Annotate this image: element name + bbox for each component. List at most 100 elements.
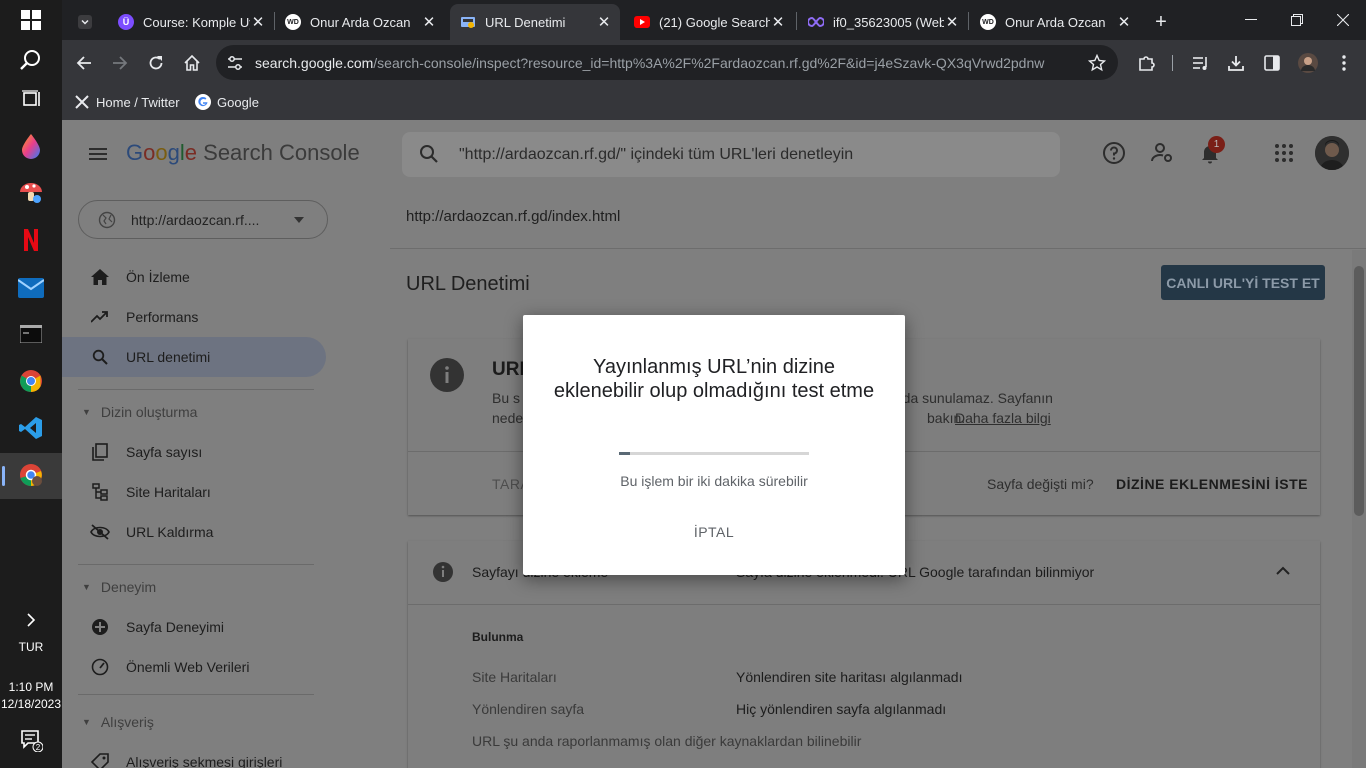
minimize-window-icon[interactable] <box>1228 0 1274 40</box>
dropdown-arrow-icon <box>294 217 304 223</box>
nav-item-url-inspection[interactable]: URL denetimi <box>62 337 326 377</box>
home-icon <box>90 267 110 287</box>
forward-arrow-icon[interactable] <box>106 49 134 77</box>
info-outline-icon <box>432 561 454 583</box>
google-apps-icon[interactable] <box>1272 141 1296 165</box>
browser-toolbar: search.google.com/search-console/inspect… <box>62 40 1366 85</box>
address-bar[interactable]: search.google.com/search-console/inspect… <box>216 45 1118 80</box>
close-tab-icon[interactable]: ✕ <box>944 13 960 31</box>
section-shopping[interactable]: ▼ Alışveriş <box>82 714 154 730</box>
hamburger-menu-icon[interactable] <box>86 142 110 166</box>
request-indexing-button[interactable]: DİZİNE EKLENMESİNİ İSTE <box>1116 476 1308 492</box>
mail-icon[interactable] <box>15 272 47 304</box>
search-console-header: Google Search Console "http://ardaozcan.… <box>62 120 1366 188</box>
tab-title: Onur Arda Ozcan <box>1005 14 1106 30</box>
globe-icon <box>98 211 116 229</box>
download-icon[interactable] <box>1222 49 1250 77</box>
search-icon[interactable] <box>15 44 47 76</box>
test-live-url-button[interactable]: CANLI URL'Yİ TEST ET <box>1161 265 1325 300</box>
bookmark-google[interactable]: Google <box>195 92 259 112</box>
close-tab-icon[interactable]: ✕ <box>250 13 266 31</box>
notification-count: 2 <box>36 743 41 752</box>
bookmark-twitter[interactable]: Home / Twitter <box>74 92 180 112</box>
close-tab-icon[interactable]: ✕ <box>770 13 786 31</box>
windows-taskbar: TUR 1:10 PM 12/18/2023 2 <box>0 0 62 768</box>
tab-course[interactable]: Ü Course: Komple Uy ✕ <box>108 4 274 40</box>
restore-window-icon[interactable] <box>1274 0 1320 40</box>
wordpress-favicon-icon: WD <box>980 14 996 30</box>
url-path: /search-console/inspect?resource_id=http… <box>373 55 1045 71</box>
section-indexing[interactable]: ▼ Dizin oluşturma <box>82 404 197 420</box>
nav-item-shopping-tab[interactable]: Alışveriş sekmesi girişleri <box>62 742 326 768</box>
section-experience[interactable]: ▼ Deneyim <box>82 579 156 595</box>
live-test-dialog: Yayınlanmış URL’nin dizine eklenebilir o… <box>523 315 905 575</box>
tab-onur-arda-ozcan-1[interactable]: WD Onur Arda Ozcan ✕ <box>275 4 445 40</box>
info-icon <box>430 358 464 392</box>
home-icon[interactable] <box>178 49 206 77</box>
netflix-icon[interactable] <box>15 224 47 256</box>
close-tab-icon[interactable]: ✕ <box>596 13 612 31</box>
tab-onur-arda-ozcan-2[interactable]: WD Onur Arda Ozcan ✕ <box>970 4 1140 40</box>
property-selector[interactable]: http://ardaozcan.rf.... <box>78 200 328 239</box>
profile-avatar-icon[interactable] <box>1294 49 1322 77</box>
vscode-icon[interactable] <box>15 412 47 444</box>
learn-more-link[interactable]: Daha fazla bilgi <box>955 410 1051 426</box>
terminal-icon[interactable] <box>15 318 47 350</box>
close-window-icon[interactable] <box>1320 0 1366 40</box>
side-panel-icon[interactable] <box>1258 49 1286 77</box>
reload-icon[interactable] <box>142 49 170 77</box>
help-icon[interactable] <box>1102 141 1126 165</box>
task-view-icon[interactable] <box>15 83 47 115</box>
eye-off-icon <box>90 522 110 542</box>
plus-circle-icon <box>90 617 110 637</box>
extensions-puzzle-icon[interactable] <box>1133 49 1161 77</box>
search-placeholder: "http://ardaozcan.rf.gd/" içindeki tüm U… <box>459 146 854 163</box>
notification-center-icon[interactable]: 2 <box>15 724 47 756</box>
bookmark-star-icon[interactable] <box>1088 54 1106 72</box>
url-text[interactable]: search.google.com/search-console/inspect… <box>255 55 1044 71</box>
tag-icon <box>90 752 110 768</box>
clock-date: 12/18/2023 <box>0 697 62 711</box>
manage-users-icon[interactable] <box>1150 141 1174 165</box>
chrome-icon[interactable] <box>15 365 47 397</box>
status-line1-start: Bu s <box>492 390 521 406</box>
tab-search-button[interactable] <box>62 4 108 40</box>
nav-item-sitemaps[interactable]: Site Haritaları <box>62 472 326 512</box>
url-inspect-search-bar[interactable]: "http://ardaozcan.rf.gd/" içindeki tüm U… <box>402 132 1060 177</box>
tab-hosting[interactable]: if0_35623005 (Web ✕ <box>798 4 968 40</box>
back-arrow-icon[interactable] <box>70 49 98 77</box>
page-scrollbar[interactable] <box>1352 250 1366 768</box>
nav-item-pages[interactable]: Sayfa sayısı <box>62 432 326 472</box>
nav-item-removals[interactable]: URL Kaldırma <box>62 512 326 552</box>
language-indicator[interactable]: TUR <box>0 640 62 654</box>
gauge-icon <box>90 657 110 677</box>
show-more-chevron-icon[interactable] <box>15 604 47 636</box>
discovery-footnote: URL şu anda raporlanmamış olan diğer kay… <box>472 733 862 749</box>
browser-menu-icon[interactable] <box>1330 49 1358 77</box>
nav-item-overview[interactable]: Ön İzleme <box>62 257 326 297</box>
sitemap-icon <box>90 482 110 502</box>
nav-item-page-experience[interactable]: Sayfa Deneyimi <box>62 607 326 647</box>
close-tab-icon[interactable]: ✕ <box>421 13 437 31</box>
windows-start-icon[interactable] <box>15 4 47 36</box>
media-controls-icon[interactable] <box>1186 49 1214 77</box>
tab-google-search[interactable]: (21) Google Search ✕ <box>624 4 794 40</box>
account-avatar[interactable] <box>1315 136 1349 170</box>
chrome-profile-icon[interactable] <box>15 459 47 491</box>
close-tab-icon[interactable]: ✕ <box>1116 13 1132 31</box>
cancel-button[interactable]: İPTAL <box>674 515 754 549</box>
browser-tab-strip: Ü Course: Komple Uy ✕ WD Onur Arda Ozcan… <box>62 0 1366 40</box>
nav-item-core-web-vitals[interactable]: Önemli Web Verileri <box>62 647 326 687</box>
search-console-logo[interactable]: Google Search Console <box>126 140 360 166</box>
new-tab-button[interactable]: + <box>1147 4 1175 40</box>
search-console-favicon-icon <box>460 14 476 30</box>
collapse-chevron-icon[interactable] <box>1276 566 1290 575</box>
nav-item-performance[interactable]: Performans <box>62 297 326 337</box>
scrollbar-thumb[interactable] <box>1354 266 1364 516</box>
mushroom-app-icon[interactable] <box>15 177 47 209</box>
infinity-favicon-icon <box>808 14 824 30</box>
site-info-icon[interactable] <box>226 54 244 72</box>
clock[interactable]: 1:10 PM 12/18/2023 <box>0 679 62 713</box>
drop-app-icon[interactable] <box>15 130 47 162</box>
tab-url-denetimi[interactable]: URL Denetimi ✕ <box>450 4 620 40</box>
